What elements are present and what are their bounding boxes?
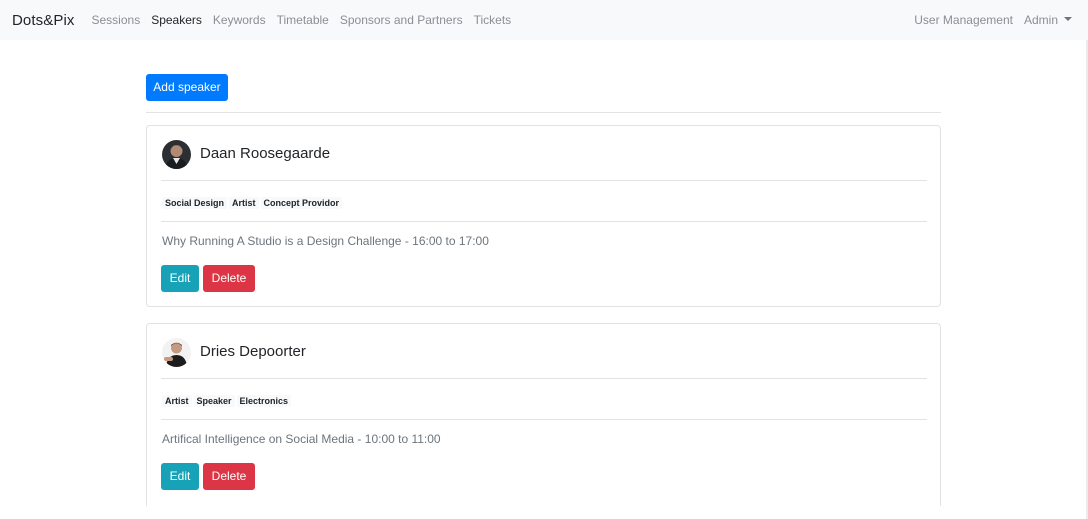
divider	[161, 221, 927, 222]
nav-tickets[interactable]: Tickets	[474, 13, 512, 27]
edit-button[interactable]: Edit	[161, 265, 199, 292]
nav-speakers[interactable]: Speakers	[151, 13, 202, 27]
nav-sessions[interactable]: Sessions	[92, 13, 141, 27]
avatar	[162, 140, 191, 169]
top-navbar: Dots&Pix Sessions Speakers Keywords Time…	[0, 0, 1088, 40]
caret-down-icon	[1064, 16, 1072, 21]
nav-links: Sessions Speakers Keywords Timetable Spo…	[92, 13, 523, 27]
nav-right: User Management Admin	[914, 13, 1076, 27]
session-info: Artifical Intelligence on Social Media -…	[162, 432, 441, 446]
delete-button[interactable]: Delete	[203, 265, 255, 292]
divider	[161, 378, 927, 379]
speaker-card: Daan Roosegaarde Social Design Artist Co…	[146, 125, 941, 307]
nav-sponsors-and-partners[interactable]: Sponsors and Partners	[340, 13, 463, 27]
admin-dropdown[interactable]: Admin	[1024, 13, 1072, 27]
card-actions: Edit Delete	[161, 463, 259, 490]
keyword-tags: Artist Speaker Electronics	[162, 395, 293, 407]
divider	[161, 180, 927, 181]
keyword-tag: Social Design	[162, 197, 228, 209]
card-actions: Edit Delete	[161, 265, 259, 292]
divider	[146, 112, 941, 113]
nav-user-management[interactable]: User Management	[914, 13, 1013, 27]
brand-logo[interactable]: Dots&Pix	[12, 12, 75, 29]
keyword-tag: Artist	[229, 197, 259, 209]
speaker-name: Dries Depoorter	[200, 343, 306, 360]
admin-label: Admin	[1023, 13, 1058, 27]
delete-button[interactable]: Delete	[203, 463, 255, 490]
session-info: Why Running A Studio is a Design Challen…	[162, 234, 489, 248]
keyword-tag: Concept Providor	[260, 197, 343, 209]
avatar	[162, 338, 191, 367]
keyword-tag: Artist	[162, 395, 192, 407]
add-speaker-button[interactable]: Add speaker	[146, 74, 228, 101]
keyword-tag: Electronics	[236, 395, 292, 407]
keyword-tags: Social Design Artist Concept Providor	[162, 197, 344, 209]
speaker-name: Daan Roosegaarde	[200, 145, 331, 162]
keyword-tag: Speaker	[193, 395, 235, 407]
speaker-card: Dries Depoorter Artist Speaker Electroni…	[146, 323, 941, 506]
edit-button[interactable]: Edit	[161, 463, 199, 490]
nav-keywords[interactable]: Keywords	[213, 13, 266, 27]
divider	[161, 419, 927, 420]
nav-timetable[interactable]: Timetable	[277, 13, 329, 27]
